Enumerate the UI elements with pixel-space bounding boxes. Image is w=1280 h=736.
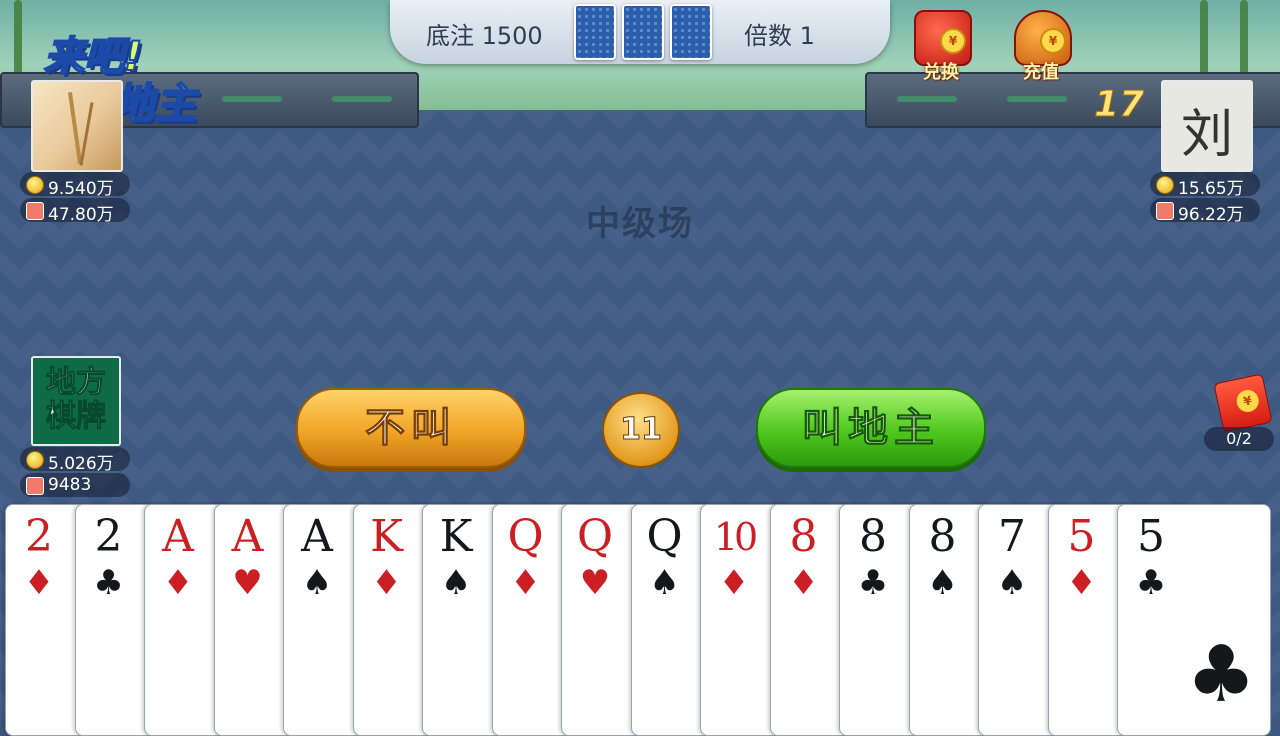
exchange-button[interactable]: ¥ 兑换 xyxy=(906,10,976,84)
left-player-gold: 9.540万 xyxy=(20,172,130,199)
card-rank: 8 xyxy=(789,511,818,562)
card-suit-icon: ♦ xyxy=(718,563,750,603)
local-player-avatar[interactable]: 地方棋牌 xyxy=(31,356,121,446)
right-player-avatar[interactable]: 刘 xyxy=(1161,80,1253,172)
card-rank: Q xyxy=(646,511,683,562)
card-suit-icon: ♦ xyxy=(23,563,55,603)
landlord-card-back xyxy=(574,4,616,60)
playing-card[interactable]: 5 ♣ ♣ xyxy=(1117,504,1271,736)
card-rank: 8 xyxy=(859,511,887,562)
landlord-card-back xyxy=(670,4,712,60)
call-landlord-button[interactable]: 叫地主 xyxy=(756,388,986,468)
player-hand: 2 ♦ 2 ♣ A ♦ A ♥ A ♠ K ♦ K ♠ Q ♦ Q ♥ Q ♠ 10 ♦ 8 ♦ 8 ♣ 8 ♠ 7 ♠ 5 ♦ 5 ♣ ♣ xyxy=(0,504,1280,736)
card-suit-icon: ♣ xyxy=(93,563,124,603)
gold-coin-icon xyxy=(26,176,44,194)
card-rank: 10 xyxy=(713,515,758,559)
red-packet-icon: ¥ xyxy=(1213,373,1273,433)
card-suit-icon: ♠ xyxy=(649,563,680,603)
red-packet-button[interactable]: ¥ xyxy=(1213,373,1273,433)
card-suit-icon: ♠ xyxy=(927,563,958,603)
card-suit-large-icon: ♣ xyxy=(1186,630,1256,720)
card-suit-icon: ♦ xyxy=(162,563,194,603)
card-rank: 2 xyxy=(94,511,123,562)
card-suit-icon: ♦ xyxy=(1066,563,1097,603)
multiplier: 倍数 1 xyxy=(744,22,815,50)
card-rank: 7 xyxy=(998,511,1026,562)
gold-coin-icon xyxy=(1156,176,1174,194)
card-suit-icon: ♦ xyxy=(371,563,402,603)
card-rank: Q xyxy=(507,511,544,562)
card-suit-icon: ♣ xyxy=(1135,563,1167,603)
landlord-card-back xyxy=(622,4,664,60)
card-rank: A xyxy=(301,511,333,562)
card-suit-icon: ♦ xyxy=(510,563,541,603)
card-suit-icon: ♠ xyxy=(996,563,1028,603)
card-suit-icon: ♣ xyxy=(857,563,889,603)
gold-coin-icon xyxy=(26,451,44,469)
card-rank: 5 xyxy=(1137,511,1165,562)
local-player-gold: 5.026万 xyxy=(20,447,130,474)
card-rank: 8 xyxy=(928,511,957,562)
card-rank: A xyxy=(231,511,264,562)
card-rank: A xyxy=(162,511,194,562)
red-packet-progress: 0/2 xyxy=(1204,427,1274,451)
right-player-countdown: 17 xyxy=(1093,84,1145,126)
game-info-bar: 底注 1500 倍数 1 xyxy=(390,0,890,64)
card-rank: 5 xyxy=(1067,511,1096,562)
red-envelope-icon xyxy=(26,477,44,495)
card-suit-icon: ♠ xyxy=(301,563,333,603)
card-suit-icon: ♥ xyxy=(232,563,263,603)
left-player-avatar[interactable] xyxy=(31,80,123,172)
card-suit-icon: ♦ xyxy=(788,563,819,603)
recharge-button[interactable]: ¥ 充值 xyxy=(1006,10,1076,84)
card-rank: K xyxy=(370,511,403,562)
right-player-gold: 15.65万 xyxy=(1150,172,1260,199)
card-rank: 2 xyxy=(25,511,53,562)
pass-button[interactable]: 不叫 xyxy=(296,388,526,468)
venue-label: 中级场 xyxy=(586,204,694,244)
turn-timer: 11 xyxy=(602,392,680,468)
card-suit-icon: ♠ xyxy=(440,563,472,603)
card-suit-icon: ♥ xyxy=(579,563,611,603)
card-rank: Q xyxy=(576,511,614,562)
card-rank: K xyxy=(439,511,473,562)
base-bet: 底注 1500 xyxy=(426,22,543,50)
local-player-gift: 9483 xyxy=(20,473,130,497)
